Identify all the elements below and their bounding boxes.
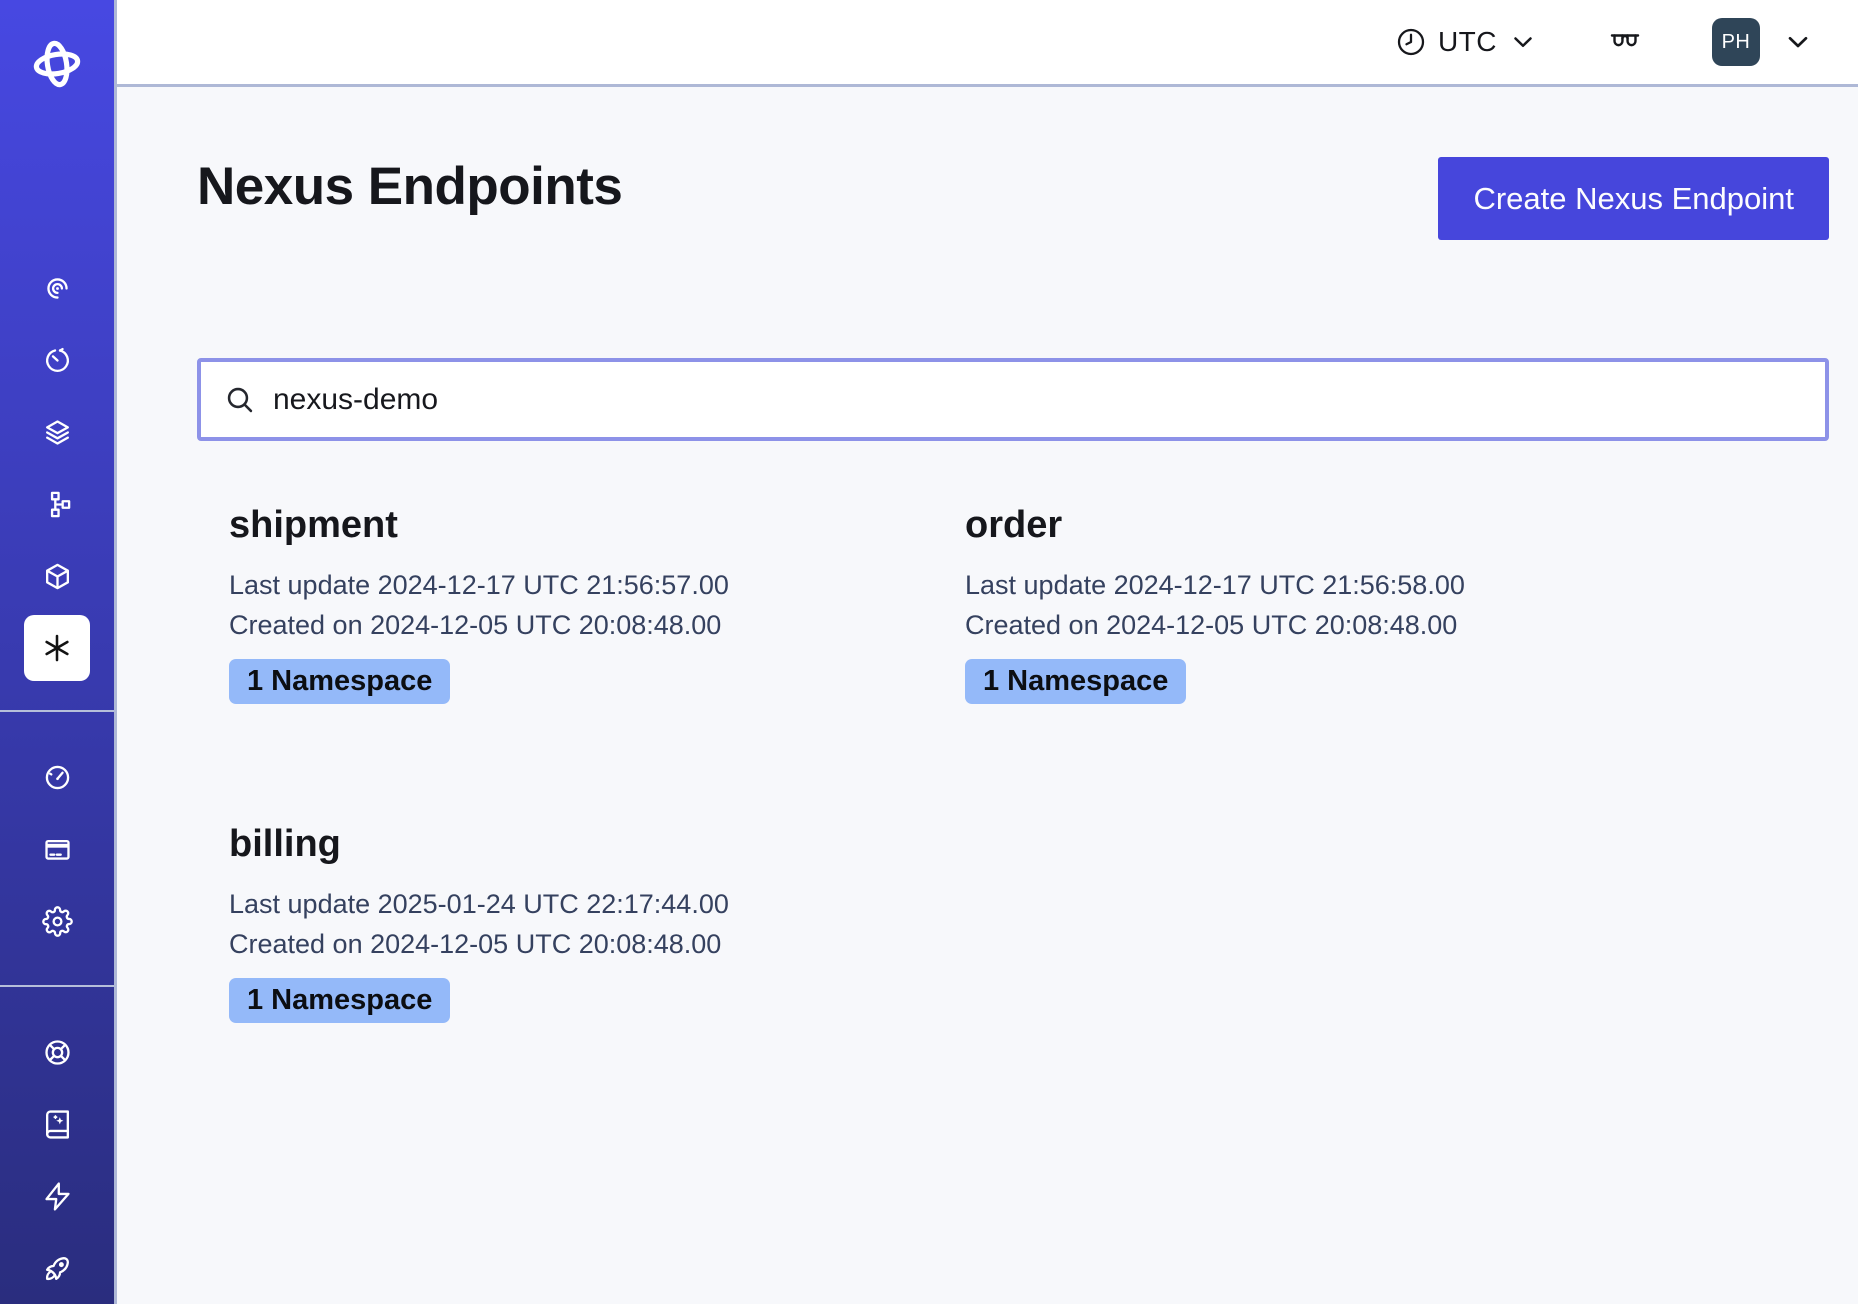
- page-header: Nexus Endpoints Create Nexus Endpoint: [197, 157, 1829, 240]
- endpoint-card-order[interactable]: order Last update 2024-12-17 UTC 21:56:5…: [965, 503, 1829, 704]
- sidebar-nav-account: [0, 744, 114, 954]
- endpoint-created-on: Created on 2024-12-05 UTC 20:08:48.00: [965, 605, 1829, 646]
- search-input[interactable]: [273, 383, 1802, 417]
- search-icon: [224, 384, 256, 416]
- sidebar-item-workflows[interactable]: [24, 255, 90, 321]
- sidebar-item-schedules[interactable]: [24, 327, 90, 393]
- chevron-down-icon: [1508, 27, 1538, 57]
- user-menu-button[interactable]: [1782, 26, 1814, 58]
- namespace-badge: 1 Namespace: [965, 659, 1186, 704]
- sidebar-item-settings[interactable]: [24, 888, 90, 954]
- sidebar-item-docs[interactable]: [24, 1091, 90, 1157]
- endpoint-card-billing[interactable]: billing Last update 2025-01-24 UTC 22:17…: [229, 822, 965, 1023]
- sidebar-nav-help: [0, 1019, 114, 1301]
- sidebar-item-namespaces[interactable]: [24, 399, 90, 465]
- timer-icon: [42, 345, 73, 376]
- sidebar-nav-primary: [0, 255, 114, 681]
- lightning-icon: [42, 1181, 73, 1212]
- cube-icon: [42, 561, 73, 592]
- gauge-icon: [42, 762, 73, 793]
- sidebar-item-deployments[interactable]: [24, 471, 90, 537]
- spiral-icon: [42, 273, 73, 304]
- clock-icon: [1395, 26, 1427, 58]
- endpoint-name: shipment: [229, 503, 965, 549]
- sidebar-divider: [0, 985, 114, 987]
- endpoint-last-update: Last update 2024-12-17 UTC 21:56:58.00: [965, 565, 1829, 606]
- glasses-icon: [1606, 25, 1644, 59]
- gear-icon: [42, 906, 73, 937]
- endpoint-created-on: Created on 2024-12-05 UTC 20:08:48.00: [229, 605, 965, 646]
- temporal-logo[interactable]: [0, 38, 114, 90]
- main-content: Nexus Endpoints Create Nexus Endpoint sh…: [117, 87, 1858, 1304]
- namespace-badge: 1 Namespace: [229, 978, 450, 1023]
- hierarchy-icon: [42, 489, 73, 520]
- sidebar-item-nexus[interactable]: [24, 615, 90, 681]
- book-sparkle-icon: [42, 1109, 73, 1140]
- sidebar-item-billing[interactable]: [24, 816, 90, 882]
- credit-card-icon: [42, 834, 73, 865]
- chevron-down-icon: [1782, 26, 1814, 58]
- sidebar-item-usage[interactable]: [24, 744, 90, 810]
- search-box: [197, 358, 1829, 441]
- sidebar-item-support[interactable]: [24, 1019, 90, 1085]
- sidebar: [0, 0, 117, 1304]
- endpoint-created-on: Created on 2024-12-05 UTC 20:08:48.00: [229, 924, 965, 965]
- rocket-icon: [42, 1253, 73, 1284]
- temporal-logo-icon: [31, 38, 83, 90]
- timezone-label: UTC: [1438, 26, 1497, 58]
- namespace-badge: 1 Namespace: [229, 659, 450, 704]
- sidebar-item-feedback[interactable]: [24, 1163, 90, 1229]
- endpoint-name: billing: [229, 822, 965, 868]
- endpoint-grid: shipment Last update 2024-12-17 UTC 21:5…: [197, 503, 1829, 1023]
- sidebar-item-batch-operations[interactable]: [24, 543, 90, 609]
- layers-icon: [42, 417, 73, 448]
- endpoint-last-update: Last update 2025-01-24 UTC 22:17:44.00: [229, 884, 965, 925]
- user-menu: PH: [1712, 18, 1814, 66]
- avatar[interactable]: PH: [1712, 18, 1760, 66]
- create-nexus-endpoint-button[interactable]: Create Nexus Endpoint: [1438, 157, 1829, 240]
- topbar: UTC PH: [117, 0, 1858, 87]
- sidebar-item-getting-started[interactable]: [24, 1235, 90, 1301]
- endpoint-name: order: [965, 503, 1829, 549]
- asterisk-icon: [39, 630, 75, 666]
- timezone-selector[interactable]: UTC: [1395, 26, 1538, 58]
- endpoint-card-shipment[interactable]: shipment Last update 2024-12-17 UTC 21:5…: [229, 503, 965, 704]
- page-title: Nexus Endpoints: [197, 157, 622, 218]
- labs-toggle[interactable]: [1606, 25, 1644, 59]
- lifebuoy-icon: [42, 1037, 73, 1068]
- endpoint-last-update: Last update 2024-12-17 UTC 21:56:57.00: [229, 565, 965, 606]
- sidebar-divider: [0, 710, 114, 712]
